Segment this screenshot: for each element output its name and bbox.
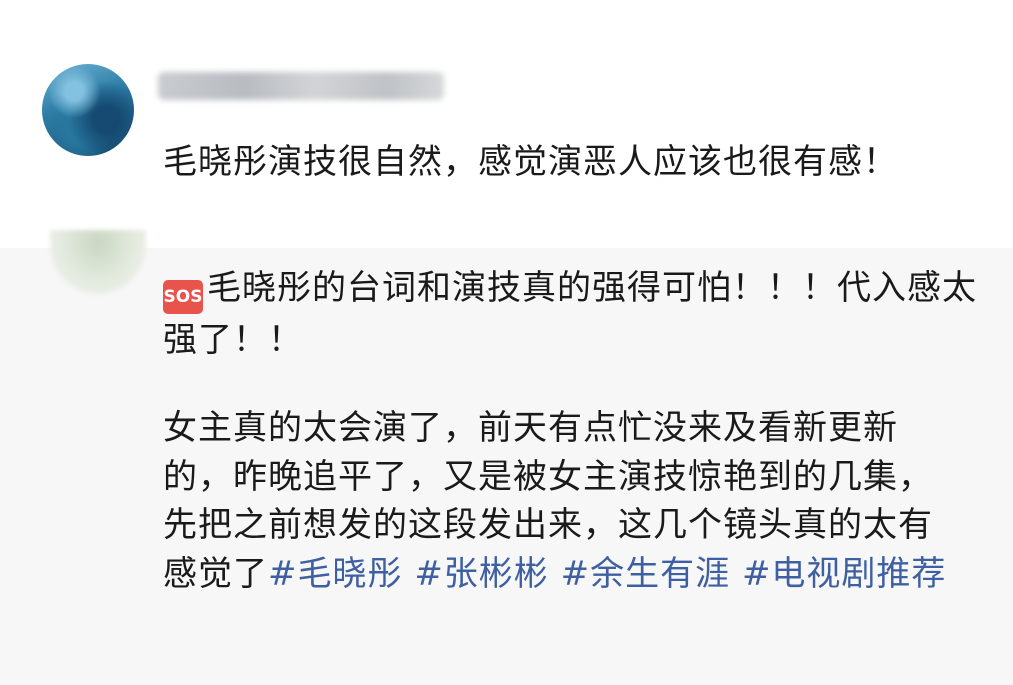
comment-text: SOS 毛晓彤的台词和演技真的强得可怕！！！代入感太强了！！ bbox=[163, 262, 983, 366]
username-blurred[interactable] bbox=[158, 72, 444, 100]
hashtag-link[interactable]: #毛晓彤 bbox=[268, 554, 403, 594]
comment-text: 毛晓彤演技很自然，感觉演恶人应该也很有感！ bbox=[163, 142, 898, 182]
comment-text-body: 女主真的太会演了，前天有点忙没来及看新更新的，昨晚追平了，又是被女主演技惊艳到的… bbox=[163, 404, 963, 598]
comment-thread: 毛晓彤演技很自然，感觉演恶人应该也很有感！ SOS 毛晓彤的台词和演技真的强得可怕… bbox=[0, 0, 1013, 685]
comment-card-1: 毛晓彤演技很自然，感觉演恶人应该也很有感！ bbox=[0, 0, 1013, 248]
sos-emoji-icon: SOS bbox=[163, 280, 203, 314]
avatar[interactable] bbox=[50, 230, 146, 294]
avatar[interactable] bbox=[42, 64, 134, 156]
comment-text-line: 毛晓彤的台词和演技真的强得可怕！！！代入感太强了！！ bbox=[163, 268, 977, 360]
hashtag-link[interactable]: #余生有涯 bbox=[561, 554, 731, 594]
hashtag-link[interactable]: #张彬彬 bbox=[414, 554, 549, 594]
hashtag-link[interactable]: #电视剧推荐 bbox=[742, 554, 947, 594]
